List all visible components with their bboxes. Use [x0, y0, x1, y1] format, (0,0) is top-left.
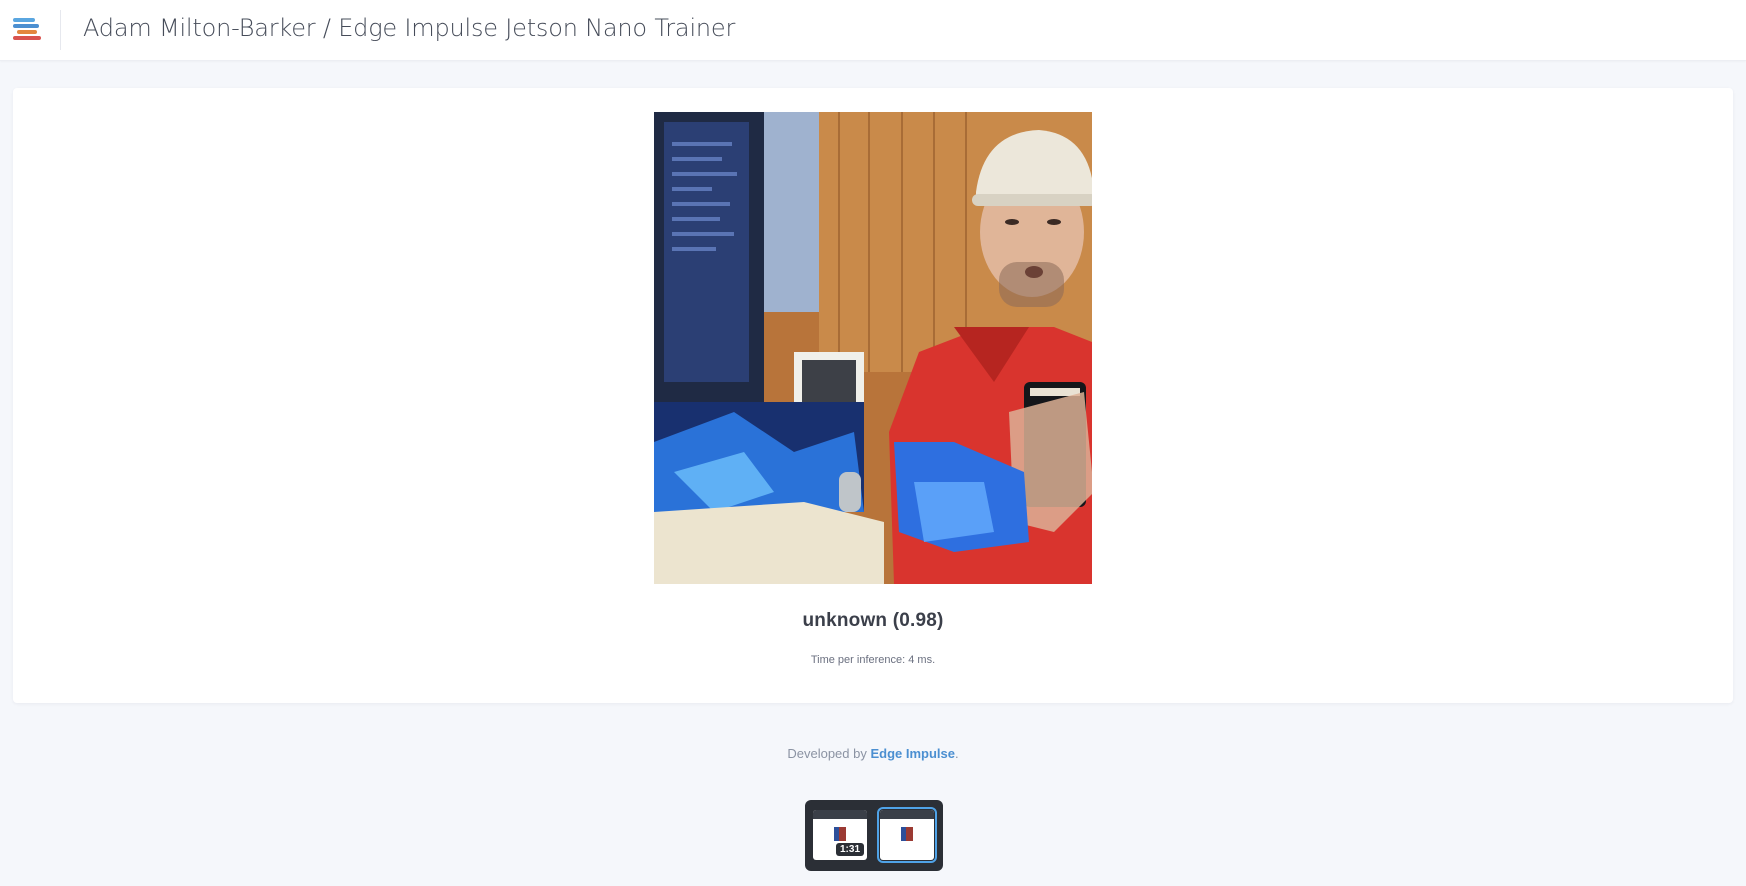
- thumbnail-header: [813, 810, 867, 819]
- thumbnail-preview: [834, 827, 846, 841]
- footer-prefix: Developed by: [787, 746, 871, 761]
- inference-card: unknown (0.98) Time per inference: 4 ms.: [13, 88, 1733, 703]
- inference-time-text: Time per inference: 4 ms.: [810, 654, 936, 666]
- edge-impulse-link[interactable]: Edge Impulse: [870, 746, 955, 761]
- video-timestamp: 1:31: [836, 843, 865, 856]
- thumbnail-preview: [901, 827, 913, 841]
- thumbnail-header: [880, 810, 934, 819]
- prediction-label: unknown (0.98): [802, 610, 944, 631]
- video-thumbnail-selected[interactable]: [877, 807, 937, 863]
- page-title: Adam Milton-Barker / Edge Impulse Jetson…: [83, 14, 736, 42]
- top-navbar: Adam Milton-Barker / Edge Impulse Jetson…: [0, 0, 1746, 61]
- footer: Developed by Edge Impulse.: [0, 746, 1746, 761]
- camera-feed-image: [654, 112, 1092, 584]
- edge-impulse-logo-icon[interactable]: [13, 18, 45, 42]
- footer-suffix: .: [955, 746, 959, 761]
- video-thumbnail-strip: 1:31: [805, 800, 943, 871]
- header-divider: [60, 10, 61, 50]
